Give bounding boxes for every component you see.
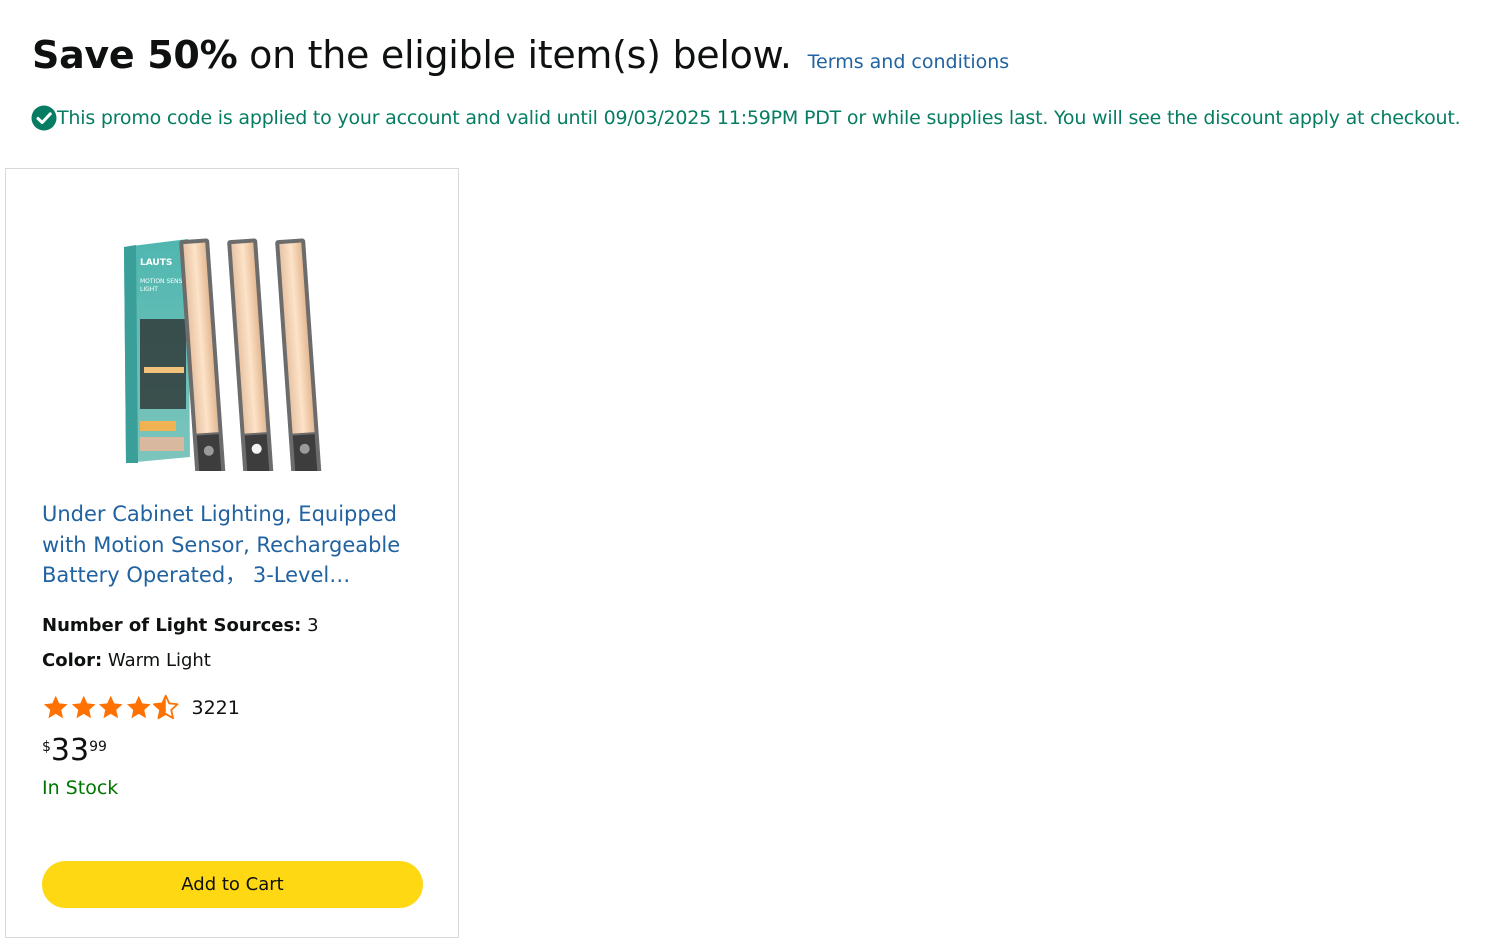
spec-label: Number of Light Sources: — [42, 615, 302, 636]
promo-message: This promo code is applied to your accou… — [57, 107, 1461, 129]
svg-text:LIGHT: LIGHT — [140, 286, 158, 293]
spec-color: Color: Warm Light — [42, 650, 211, 671]
stock-status: In Stock — [42, 777, 119, 799]
headline-strong: Save 50% — [32, 33, 238, 77]
page-title: Save 50% on the eligible item(s) below. — [32, 30, 792, 80]
price-symbol: $ — [42, 739, 51, 755]
product-card: LAUTS MOTION SENSOR LIGHT Under Cabinet … — [5, 168, 459, 938]
headline-rest: on the eligible item(s) below. — [237, 33, 792, 77]
spec-value: 3 — [307, 615, 319, 636]
rating[interactable]: 3221 — [42, 694, 240, 721]
promo-notice: This promo code is applied to your accou… — [31, 105, 1461, 131]
star-full-icon — [126, 695, 151, 719]
spec-label: Color: — [42, 650, 103, 671]
svg-text:LAUTS: LAUTS — [140, 258, 172, 268]
spec-value: Warm Light — [107, 650, 211, 671]
check-circle-icon — [31, 105, 57, 131]
star-full-icon — [98, 695, 123, 719]
terms-and-conditions-link[interactable]: Terms and conditions — [808, 51, 1010, 73]
spec-light-sources: Number of Light Sources: 3 — [42, 615, 319, 636]
price-fraction: 99 — [89, 739, 107, 755]
product-title-link[interactable]: Under Cabinet Lighting, Equipped with Mo… — [42, 499, 432, 591]
star-full-icon — [43, 695, 68, 719]
add-to-cart-button[interactable]: Add to Cart — [42, 861, 423, 908]
price: $ 33 99 — [42, 733, 107, 769]
star-rating[interactable] — [42, 694, 180, 721]
star-half-icon — [153, 694, 179, 720]
star-full-icon — [71, 695, 96, 719]
review-count-link[interactable]: 3221 — [192, 697, 240, 719]
promo-header: Save 50% on the eligible item(s) below. … — [32, 30, 1009, 80]
product-image[interactable]: LAUTS MOTION SENSOR LIGHT — [118, 199, 354, 471]
price-whole: 33 — [50, 733, 90, 768]
